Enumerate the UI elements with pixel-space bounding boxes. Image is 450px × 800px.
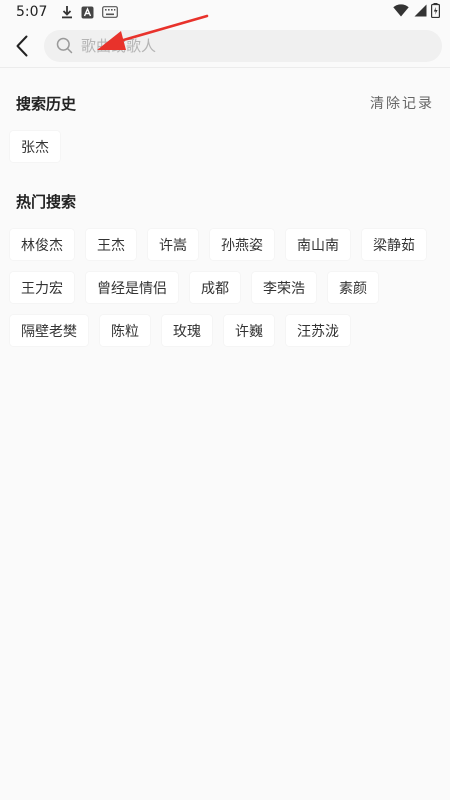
download-icon (61, 5, 73, 19)
hot-search-tag[interactable]: 许巍 (224, 315, 274, 346)
annotation-arrow-icon (97, 14, 209, 50)
hot-search-tag[interactable]: 许嵩 (148, 229, 198, 260)
status-bar: 5:07 (0, 0, 450, 24)
hot-search-title: 热门搜索 (16, 193, 77, 211)
hot-search-tag[interactable]: 玫瑰 (162, 315, 212, 346)
hot-search-tags: 林俊杰 王杰 许嵩 孙燕姿 南山南 梁静茹王力宏 曾经是情侣 成都 李荣浩 素颜隔壁老樊 陈粒 玫瑰许… (10, 229, 442, 346)
clear-history-button[interactable]: 清除记录 (370, 93, 434, 113)
search-input[interactable] (81, 36, 401, 55)
hot-search-tag[interactable]: 素颜 (328, 272, 378, 303)
hot-search-tag[interactable]: 李荣浩 (252, 272, 316, 303)
hot-search-tag[interactable]: 曾经是情侣 (86, 272, 178, 303)
back-button[interactable] (2, 24, 42, 68)
history-tags: 张杰 (10, 131, 442, 162)
hot-search-tag[interactable]: 隔壁老樊 (10, 315, 88, 346)
hot-search-tag[interactable]: 成都 (190, 272, 240, 303)
hot-search-tag[interactable]: 王力宏 (10, 272, 74, 303)
battery-icon (431, 2, 441, 22)
hot-search-tag[interactable]: 梁静茹 (362, 229, 426, 260)
app-a-icon (81, 6, 94, 19)
keyboard-icon (102, 6, 119, 18)
history-tag[interactable]: 张杰 (10, 131, 60, 162)
wifi-icon (393, 3, 409, 21)
history-title: 搜索历史 (16, 95, 77, 113)
hot-search-tag[interactable]: 陈粒 (100, 315, 150, 346)
search-header (0, 24, 450, 68)
status-right (393, 2, 441, 22)
hot-search-tag[interactable]: 汪苏泷 (286, 315, 350, 346)
hot-search-tag[interactable]: 王杰 (86, 229, 136, 260)
search-box[interactable] (44, 29, 442, 62)
hot-search-tag[interactable]: 孙燕姿 (210, 229, 274, 260)
status-time: 5:07 (16, 4, 48, 20)
signal-icon (413, 4, 427, 21)
hot-search-tag[interactable]: 南山南 (286, 229, 350, 260)
hot-search-tag[interactable]: 林俊杰 (10, 229, 74, 260)
chevron-left-icon (16, 35, 28, 56)
search-icon (56, 37, 73, 54)
